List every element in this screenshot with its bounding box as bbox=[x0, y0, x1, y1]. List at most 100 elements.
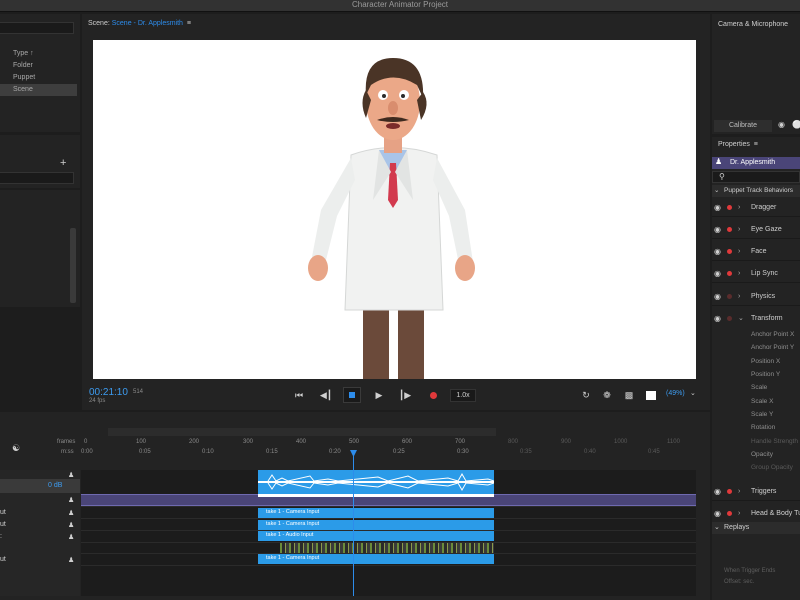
behavior-physics[interactable]: ◉ › Physics bbox=[712, 288, 800, 306]
add-icon[interactable]: + bbox=[60, 157, 66, 169]
capture-button[interactable]: ▩ bbox=[620, 387, 638, 403]
mss-label: m:ss bbox=[61, 449, 74, 455]
take-bar-audio[interactable]: take 1 - Audio Input bbox=[258, 531, 494, 541]
behavior-dragger[interactable]: ◉ › Dragger bbox=[712, 199, 800, 217]
loop-button[interactable]: ↻ bbox=[577, 387, 595, 403]
param-anchor-point-x[interactable]: Anchor Point X bbox=[751, 331, 794, 338]
zoom-level[interactable]: (49%) bbox=[666, 390, 685, 397]
record-button[interactable] bbox=[424, 387, 442, 403]
record-arm-icon[interactable] bbox=[727, 249, 732, 254]
background-color-swatch[interactable] bbox=[646, 391, 656, 400]
take-bar-camera[interactable]: take 1 - Camera Input bbox=[258, 554, 494, 564]
project-column-type[interactable]: Type ↑ bbox=[0, 48, 77, 60]
camera-panel-title[interactable]: Camera & Microphone bbox=[718, 21, 788, 28]
record-arm-icon[interactable] bbox=[727, 294, 732, 299]
audio-volume-row[interactable] bbox=[0, 479, 80, 493]
waveform-graphic bbox=[258, 472, 495, 492]
audio-gain-value[interactable]: 0 dB bbox=[48, 482, 62, 489]
param-rotation[interactable]: Rotation bbox=[751, 424, 775, 431]
record-arm-icon[interactable] bbox=[727, 489, 732, 494]
timeline-zoom-scrollbar[interactable] bbox=[108, 428, 496, 436]
behavior-transform[interactable]: ◉ ⌄ Transform bbox=[712, 310, 800, 328]
param-scale[interactable]: Scale bbox=[751, 384, 767, 391]
frame-tick: 700 bbox=[455, 439, 466, 445]
record-arm-icon[interactable] bbox=[727, 316, 732, 321]
record-arm-icon[interactable] bbox=[727, 271, 732, 276]
properties-title[interactable]: Properties ≡ bbox=[718, 141, 758, 148]
scene-settings-icon[interactable]: ☯ bbox=[12, 443, 20, 454]
param-position-y[interactable]: Position Y bbox=[751, 371, 780, 378]
record-arm-icon[interactable] bbox=[727, 511, 732, 516]
body-tracker-icon[interactable]: ⚪ bbox=[792, 120, 800, 129]
chevron-right-icon[interactable]: › bbox=[738, 243, 740, 261]
take-bar-camera[interactable]: take 1 - Camera Input bbox=[258, 520, 494, 530]
time-tick: 0:25 bbox=[393, 449, 405, 455]
behavior-track-icon: ♟ bbox=[68, 522, 75, 529]
step-back-button[interactable]: ◀┃ bbox=[317, 387, 335, 403]
playback-speed[interactable]: 1.0x bbox=[450, 389, 476, 402]
camera-toggle-icon[interactable]: ◉ bbox=[778, 120, 785, 129]
eye-icon[interactable]: ◉ bbox=[714, 221, 721, 239]
step-forward-button[interactable]: ┃▶ bbox=[396, 387, 414, 403]
viseme-track-bar[interactable] bbox=[280, 543, 494, 553]
scene-canvas[interactable] bbox=[93, 40, 696, 379]
behavior-lip-sync[interactable]: ◉ › Lip Sync bbox=[712, 265, 800, 283]
project-item-scene[interactable]: Scene bbox=[0, 84, 77, 96]
step-back-icon: ◀┃ bbox=[319, 389, 333, 400]
eye-icon[interactable]: ◉ bbox=[714, 243, 721, 261]
calibrate-button[interactable]: Calibrate bbox=[714, 120, 772, 132]
secondary-search-input[interactable] bbox=[0, 172, 74, 184]
chevron-right-icon[interactable]: › bbox=[738, 265, 740, 283]
stop-button[interactable] bbox=[343, 387, 361, 403]
record-icon bbox=[429, 391, 437, 399]
zoom-dropdown-icon[interactable]: ⌄ bbox=[690, 389, 696, 397]
chevron-right-icon[interactable]: › bbox=[738, 483, 740, 501]
chevron-right-icon[interactable]: › bbox=[738, 221, 740, 239]
scene-tab[interactable]: Scene: Scene - Dr. Applesmith ≡ bbox=[88, 20, 191, 27]
behavior-face[interactable]: ◉ › Face bbox=[712, 243, 800, 261]
param-scale-x[interactable]: Scale X bbox=[751, 398, 773, 405]
behavior-head-body-turner[interactable]: ◉ › Head & Body Tu bbox=[712, 505, 800, 523]
stop-icon bbox=[349, 392, 355, 398]
eye-icon[interactable]: ◉ bbox=[714, 483, 721, 501]
record-arm-icon[interactable] bbox=[727, 205, 732, 210]
behavior-eye-gaze[interactable]: ◉ › Eye Gaze bbox=[712, 221, 800, 239]
audio-waveform-bar[interactable] bbox=[258, 470, 495, 494]
param-opacity[interactable]: Opacity bbox=[751, 451, 773, 458]
properties-search-input[interactable]: ⚲ bbox=[712, 171, 800, 183]
time-tick: 0:15 bbox=[266, 449, 278, 455]
scene-name: Scene - Dr. Applesmith bbox=[111, 20, 183, 27]
stream-button[interactable]: ❁ bbox=[598, 387, 616, 403]
chevron-right-icon[interactable]: › bbox=[738, 199, 740, 217]
frame-tick: 900 bbox=[561, 439, 572, 445]
replays-header[interactable]: ⌄ Replays bbox=[712, 522, 800, 534]
project-search-input[interactable] bbox=[0, 22, 74, 34]
behavior-triggers[interactable]: ◉ › Triggers bbox=[712, 483, 800, 501]
take-marker bbox=[258, 494, 494, 497]
playhead[interactable] bbox=[353, 450, 354, 596]
record-arm-icon[interactable] bbox=[727, 227, 732, 232]
chevron-down-icon[interactable]: ⌄ bbox=[738, 310, 744, 328]
param-position-x[interactable]: Position X bbox=[751, 358, 780, 365]
eye-icon[interactable]: ◉ bbox=[714, 265, 721, 283]
track-divider bbox=[81, 518, 696, 519]
eye-icon[interactable]: ◉ bbox=[714, 310, 721, 328]
puppet-character-image[interactable] bbox=[93, 40, 696, 379]
library-scrollbar[interactable] bbox=[70, 228, 76, 303]
project-item-puppet[interactable]: Puppet bbox=[0, 72, 77, 84]
panel-menu-icon[interactable]: ≡ bbox=[187, 20, 191, 27]
play-button[interactable]: ▶ bbox=[370, 387, 388, 403]
chevron-right-icon[interactable]: › bbox=[738, 505, 740, 523]
go-to-start-button[interactable]: ⏮ bbox=[290, 387, 308, 403]
timecode-display[interactable]: 00:21:10 bbox=[89, 387, 128, 398]
chevron-right-icon[interactable]: › bbox=[738, 288, 740, 306]
project-item-folder[interactable]: Folder bbox=[0, 60, 77, 72]
eye-icon[interactable]: ◉ bbox=[714, 288, 721, 306]
take-bar-camera[interactable]: take 1 - Camera Input bbox=[258, 508, 494, 518]
eye-icon[interactable]: ◉ bbox=[714, 505, 721, 523]
param-anchor-point-y[interactable]: Anchor Point Y bbox=[751, 344, 794, 351]
puppet-track-behaviors-header[interactable]: ⌄ Puppet Track Behaviors bbox=[712, 185, 800, 197]
eye-icon[interactable]: ◉ bbox=[714, 199, 721, 217]
param-scale-y[interactable]: Scale Y bbox=[751, 411, 773, 418]
time-tick: 0:45 bbox=[648, 449, 660, 455]
